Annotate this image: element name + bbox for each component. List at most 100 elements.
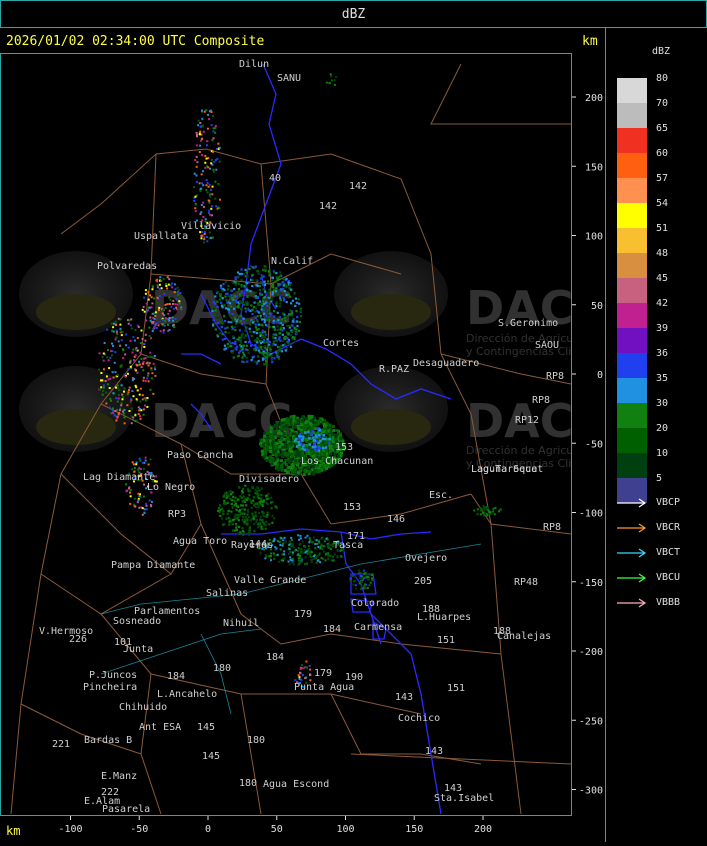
legend-label-36: 36 xyxy=(656,348,669,359)
legend-label-48: 48 xyxy=(656,248,669,259)
echo-cell xyxy=(304,546,307,548)
echo-cell xyxy=(236,514,240,517)
echo-cell xyxy=(98,368,100,371)
echo-cell xyxy=(267,270,271,273)
echo-cell xyxy=(264,319,267,322)
place-los-chacunan: Los Chacunan xyxy=(301,456,373,467)
echo-cell xyxy=(260,308,263,311)
echo-cell xyxy=(126,372,129,375)
echo-cell xyxy=(262,308,265,311)
echo-cell xyxy=(366,576,369,578)
echo-cell xyxy=(150,296,153,299)
echo-cell xyxy=(128,410,131,412)
echo-cell xyxy=(114,323,117,326)
echo-cell xyxy=(140,366,143,369)
echo-cell xyxy=(116,332,119,335)
echo-cell xyxy=(240,323,244,326)
echo-cell xyxy=(125,483,127,486)
echo-cell xyxy=(174,288,177,291)
echo-cell xyxy=(254,511,257,514)
echo-cell xyxy=(241,500,244,503)
route-188-b: 188 xyxy=(493,626,511,637)
echo-cell xyxy=(273,517,276,520)
echo-cell xyxy=(215,316,219,319)
echo-cell xyxy=(154,374,157,377)
echo-cell xyxy=(288,563,291,566)
echo-cell xyxy=(242,336,246,339)
echo-cell xyxy=(278,332,281,335)
echo-cell xyxy=(291,558,294,560)
echo-cell xyxy=(142,413,145,416)
echo-cell xyxy=(167,283,170,286)
radar-map[interactable]: DACC DACC DACC DACC Dirección de Agricul… xyxy=(0,53,572,816)
echo-cell xyxy=(144,333,147,336)
echo-cell xyxy=(144,459,147,462)
echo-cell xyxy=(366,573,369,576)
echo-cell xyxy=(148,326,151,329)
place-pincheira: Pincheira xyxy=(83,682,137,693)
echo-cell xyxy=(208,195,211,198)
echo-cell xyxy=(245,504,248,507)
echo-cell xyxy=(238,344,242,347)
echo-cell xyxy=(129,360,132,363)
echo-cell xyxy=(240,347,243,350)
echo-cell xyxy=(318,469,322,473)
echo-cell xyxy=(274,290,278,293)
echo-cell xyxy=(244,310,247,313)
echo-cell xyxy=(160,287,163,290)
echo-cell xyxy=(290,302,293,305)
echo-cell xyxy=(107,359,110,362)
echo-cell xyxy=(222,287,225,291)
echo-cell xyxy=(246,487,249,490)
echo-cell xyxy=(288,283,291,287)
echo-cell xyxy=(310,561,313,564)
echo-cell xyxy=(267,280,270,283)
route-145: 221 xyxy=(52,739,70,750)
echo-cell xyxy=(301,415,305,419)
echo-cell xyxy=(162,329,165,332)
echo-cell xyxy=(165,285,168,287)
echo-cell xyxy=(369,581,372,584)
echo-cell xyxy=(112,344,114,347)
echo-cell xyxy=(246,523,249,526)
echo-cell xyxy=(279,440,283,444)
echo-cell xyxy=(267,317,271,320)
echo-cell xyxy=(250,344,253,347)
echo-cell xyxy=(163,324,166,327)
echo-cell xyxy=(320,543,323,546)
echo-cell xyxy=(147,291,150,294)
echo-cell xyxy=(261,510,264,513)
echo-cell xyxy=(278,357,281,360)
echo-cell xyxy=(260,281,263,284)
radar-arrow-icon-vbcp xyxy=(617,498,647,508)
echo-cell xyxy=(256,341,259,344)
echo-cell xyxy=(243,324,246,327)
echo-cell xyxy=(251,279,254,282)
echo-cell xyxy=(360,588,363,591)
legend-label-20: 20 xyxy=(656,423,669,434)
echo-cell xyxy=(232,519,235,522)
echo-cell xyxy=(274,287,277,290)
echo-cell xyxy=(115,329,118,332)
echo-cell xyxy=(202,170,204,173)
echo-cell xyxy=(291,320,295,323)
echo-cell xyxy=(261,337,264,340)
echo-cell xyxy=(176,290,179,293)
echo-cell xyxy=(314,543,317,545)
echo-cell xyxy=(242,355,245,358)
echo-cell xyxy=(279,540,282,543)
echo-cell xyxy=(333,553,336,556)
echo-cell xyxy=(253,301,256,304)
echo-cell xyxy=(142,376,145,379)
echo-cell xyxy=(144,404,146,407)
echo-cell xyxy=(280,350,283,353)
route-142-b: 142 xyxy=(319,201,337,212)
echo-cell xyxy=(218,198,221,201)
echo-cell xyxy=(272,552,275,555)
echo-cell xyxy=(269,426,273,430)
echo-cell xyxy=(305,660,308,663)
echo-cell xyxy=(113,361,116,364)
echo-cell xyxy=(209,193,212,196)
echo-cell xyxy=(120,402,123,405)
echo-cell xyxy=(288,540,291,543)
